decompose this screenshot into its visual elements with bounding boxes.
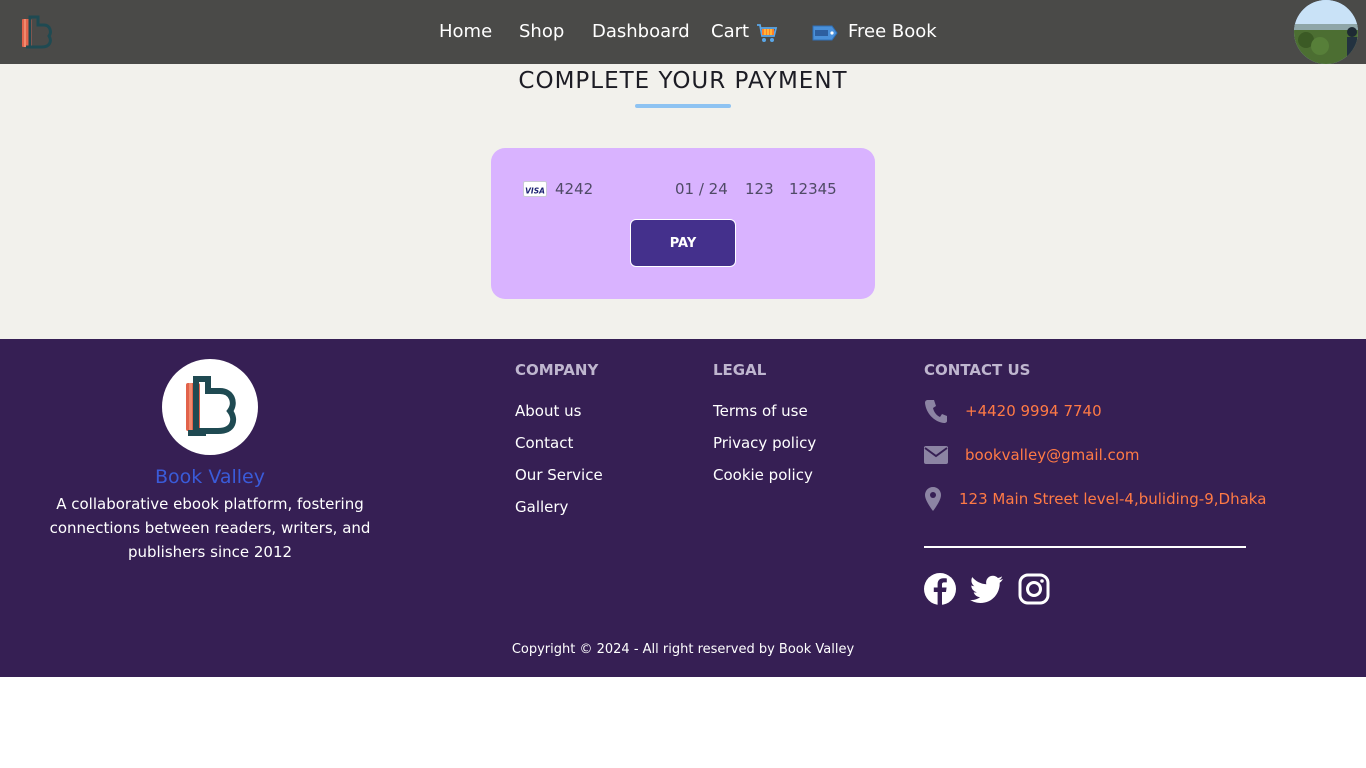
footer-link-about[interactable]: About us	[515, 402, 581, 420]
instagram-icon[interactable]	[1017, 572, 1051, 606]
legal-heading: LEGAL	[713, 361, 767, 379]
footer-link-gallery[interactable]: Gallery	[515, 498, 568, 516]
nav-free-book-link[interactable]: Free Book	[848, 20, 937, 44]
footer-logo-icon	[162, 359, 258, 455]
navbar: Home Shop Dashboard Cart Free Book	[0, 0, 1366, 64]
visa-icon: VISA	[523, 181, 547, 197]
copyright-text: Copyright © 2024 - All right reserved by…	[511, 642, 855, 657]
contact-divider	[924, 546, 1246, 548]
nav-cart-link[interactable]: Cart	[711, 20, 749, 44]
location-pin-icon	[924, 486, 942, 516]
footer-link-terms[interactable]: Terms of use	[713, 402, 808, 420]
pay-button[interactable]: PAY	[630, 219, 736, 267]
card-input-row[interactable]: VISA 4242 01 / 24 123 12345	[523, 178, 853, 202]
free-badge-icon[interactable]	[812, 25, 838, 41]
contact-phone[interactable]: +4420 9994 7740	[965, 402, 1102, 420]
twitter-icon[interactable]	[970, 572, 1004, 606]
card-cvc-field[interactable]: 123	[745, 180, 774, 198]
footer-link-privacy[interactable]: Privacy policy	[713, 434, 816, 452]
card-zip-field[interactable]: 12345	[789, 180, 837, 198]
phone-icon	[924, 398, 948, 428]
svg-text:VISA: VISA	[525, 187, 545, 196]
page-title: COMPLETE YOUR PAYMENT	[518, 68, 848, 94]
nav-shop-link[interactable]: Shop	[519, 20, 564, 44]
footer-link-cookie[interactable]: Cookie policy	[713, 466, 813, 484]
nav-dashboard-link[interactable]: Dashboard	[592, 20, 690, 44]
contact-address: 123 Main Street level-4,buliding-9,Dhaka	[959, 490, 1267, 508]
card-expiry-field[interactable]: 01 / 24	[675, 180, 728, 198]
payment-section: COMPLETE YOUR PAYMENT VISA 4242 01 / 24 …	[0, 64, 1366, 339]
envelope-icon	[924, 445, 948, 469]
cart-icon[interactable]	[756, 22, 778, 44]
footer: Book Valley A collaborative ebook platfo…	[0, 339, 1366, 677]
company-heading: COMPANY	[515, 361, 599, 379]
card-number-field[interactable]: 4242	[555, 180, 593, 198]
user-avatar[interactable]	[1294, 0, 1358, 64]
nav-links: Home Shop Dashboard Cart Free Book	[0, 0, 1366, 64]
facebook-icon[interactable]	[923, 572, 957, 606]
nav-home-link[interactable]: Home	[439, 20, 492, 44]
footer-link-service[interactable]: Our Service	[515, 466, 603, 484]
title-underline	[635, 104, 731, 108]
contact-email[interactable]: bookvalley@gmail.com	[965, 446, 1140, 464]
payment-card: VISA 4242 01 / 24 123 12345 PAY	[491, 148, 875, 299]
footer-brand-name: Book Valley	[155, 466, 265, 488]
footer-brand-description: A collaborative ebook platform, fosterin…	[49, 495, 371, 561]
footer-link-contact[interactable]: Contact	[515, 434, 573, 452]
contact-heading: CONTACT US	[924, 361, 1031, 379]
